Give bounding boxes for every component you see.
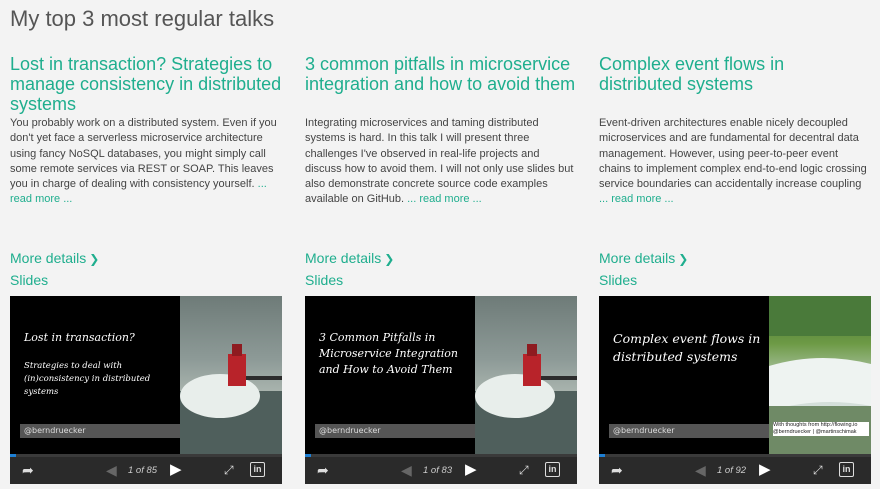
- slide-player[interactable]: Lost in transaction? Strategies to deal …: [10, 296, 282, 484]
- slide-text: 3 Common Pitfalls in Microservice Integr…: [319, 330, 479, 378]
- slide-credit: With thoughts from http://flowing.io @be…: [773, 422, 869, 436]
- slide-title: Complex event flows in distributed syste…: [613, 331, 761, 364]
- slide-controls: ➦ ◀ 1 of 92 ▶ ⤢ in: [599, 457, 871, 484]
- slides-label: Slides: [10, 272, 49, 288]
- more-details-label: More details: [305, 250, 382, 266]
- lighthouse-photo: [180, 296, 282, 454]
- fullscreen-icon[interactable]: ⤢: [224, 461, 234, 479]
- talk-card-1: Lost in transaction? Strategies to manag…: [10, 54, 282, 484]
- slide-text: Lost in transaction? Strategies to deal …: [24, 330, 184, 399]
- slide-title: Lost in transaction?: [24, 331, 135, 344]
- more-details-label: More details: [10, 250, 87, 266]
- talk-title[interactable]: 3 common pitfalls in microservice integr…: [305, 54, 577, 116]
- prev-slide-icon[interactable]: ◀: [401, 461, 412, 479]
- chevron-right-icon: ❯: [678, 252, 689, 266]
- linkedin-icon[interactable]: in: [250, 462, 265, 477]
- slide-controls: ➦ ◀ 1 of 85 ▶ ⤢ in: [10, 457, 282, 484]
- slide-text: Complex event flows in distributed syste…: [613, 330, 773, 366]
- share-icon[interactable]: ➦: [22, 461, 34, 479]
- fullscreen-icon[interactable]: ⤢: [813, 461, 823, 479]
- lighthouse-photo: [475, 296, 577, 454]
- slide-preview[interactable]: 3 Common Pitfalls in Microservice Integr…: [305, 296, 577, 454]
- slide-controls: ➦ ◀ 1 of 83 ▶ ⤢ in: [305, 457, 577, 484]
- more-details-link[interactable]: More details ❯: [305, 250, 394, 266]
- slide-handle: @berndruecker: [609, 424, 769, 438]
- next-slide-icon[interactable]: ▶: [759, 461, 771, 479]
- slide-handle: @berndruecker: [20, 424, 180, 438]
- more-details-link[interactable]: More details ❯: [10, 250, 99, 266]
- prev-slide-icon[interactable]: ◀: [695, 461, 706, 479]
- prev-slide-icon[interactable]: ◀: [106, 461, 117, 479]
- next-slide-icon[interactable]: ▶: [170, 461, 182, 479]
- share-icon[interactable]: ➦: [611, 461, 623, 479]
- talk-card-2: 3 common pitfalls in microservice integr…: [305, 54, 577, 484]
- talk-description-text: Event-driven architectures enable nicely…: [599, 117, 867, 191]
- talk-title[interactable]: Lost in transaction? Strategies to manag…: [10, 54, 282, 116]
- talk-title[interactable]: Complex event flows in distributed syste…: [599, 54, 871, 116]
- next-slide-icon[interactable]: ▶: [465, 461, 477, 479]
- read-more-link[interactable]: ... read more ...: [599, 193, 674, 205]
- fullscreen-icon[interactable]: ⤢: [519, 461, 529, 479]
- slide-player[interactable]: 3 Common Pitfalls in Microservice Integr…: [305, 296, 577, 484]
- read-more-link[interactable]: ... read more ...: [407, 193, 482, 205]
- share-icon[interactable]: ➦: [317, 461, 329, 479]
- chevron-right-icon: ❯: [384, 252, 395, 266]
- more-details-label: More details: [599, 250, 676, 266]
- talk-card-3: Complex event flows in distributed syste…: [599, 54, 871, 484]
- slides-label: Slides: [599, 272, 638, 288]
- chevron-right-icon: ❯: [89, 252, 100, 266]
- slide-handle: @berndruecker: [315, 424, 475, 438]
- slide-counter: 1 of 92: [717, 465, 747, 476]
- talk-description: Integrating microservices and taming dis…: [305, 116, 577, 208]
- talk-description: You probably work on a distributed syste…: [10, 116, 282, 208]
- slide-title: 3 Common Pitfalls in Microservice Integr…: [319, 331, 458, 376]
- slide-counter: 1 of 85: [128, 465, 158, 476]
- linkedin-icon[interactable]: in: [545, 462, 560, 477]
- page-title: My top 3 most regular talks: [10, 6, 275, 31]
- talk-description-text: You probably work on a distributed syste…: [10, 117, 277, 191]
- talk-description: Event-driven architectures enable nicely…: [599, 116, 871, 208]
- slides-label: Slides: [305, 272, 344, 288]
- slide-counter: 1 of 83: [423, 465, 453, 476]
- linkedin-icon[interactable]: in: [839, 462, 854, 477]
- slide-player[interactable]: Complex event flows in distributed syste…: [599, 296, 871, 484]
- slide-preview[interactable]: Lost in transaction? Strategies to deal …: [10, 296, 282, 454]
- more-details-link[interactable]: More details ❯: [599, 250, 688, 266]
- slide-subtitle: Strategies to deal with (in)consistency …: [24, 361, 151, 397]
- slide-preview[interactable]: Complex event flows in distributed syste…: [599, 296, 871, 454]
